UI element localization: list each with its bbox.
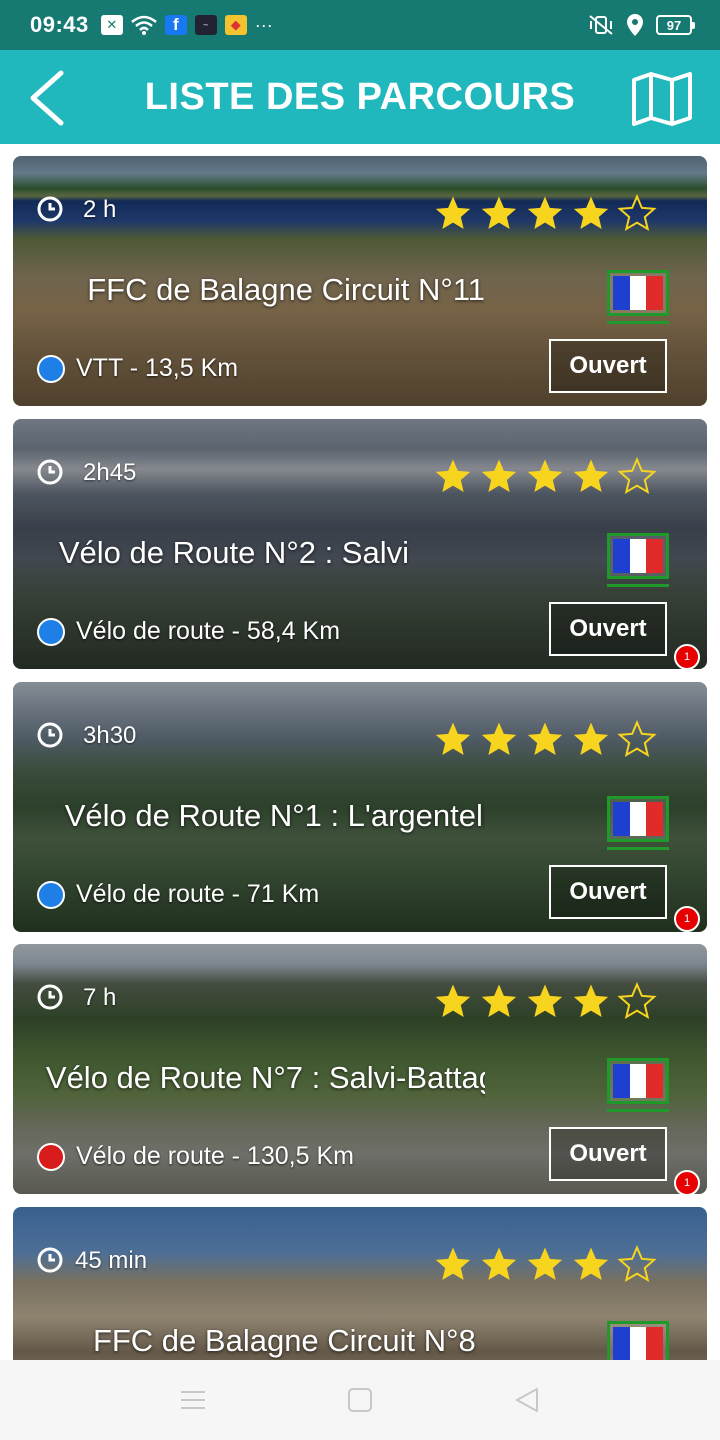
route-type-dot [37,618,65,646]
route-rating [433,457,657,497]
vibrate-off-icon [589,15,613,35]
back-triangle-icon [515,1388,538,1412]
clock-icon [37,984,63,1010]
route-card[interactable]: 3h30 Vélo de Route N°1 : L'argentella Vé… [13,682,707,932]
star-icon [435,1247,471,1280]
status-right-icons: 97 [588,13,695,37]
home-square-icon [347,1388,372,1412]
map-icon [632,72,692,126]
clock-icon [37,459,63,485]
menu-icon [181,1391,206,1409]
star-icon [435,196,471,229]
status-bar: 09:43 ✕ f ~ ◆ ··· 97 [0,0,720,50]
french-flag-icon [607,1058,669,1104]
route-duration: 45 min [75,1247,148,1274]
battery-icon: 97 [656,15,695,35]
star-icon [573,984,609,1017]
route-card[interactable]: 45 min FFC de Balagne Circuit N°8 : [13,1207,707,1360]
star-icon [481,984,517,1017]
notification-badge: 1 [674,1170,700,1196]
route-type-dot [37,1143,65,1171]
star-icon [527,459,563,492]
star-icon [527,722,563,755]
status-open-button[interactable]: Ouvert [549,339,667,393]
clock-icon [37,722,63,748]
route-duration: 7 h [83,984,117,1011]
status-open-button[interactable]: Ouvert [549,602,667,656]
app-notification-icon: ~ [194,15,217,35]
route-rating [433,194,657,234]
french-flag-icon [607,533,669,579]
star-icon [481,196,517,229]
system-nav-bar [0,1360,720,1440]
route-title: Vélo de Route N°7 : Salvi-Battaglia [45,1060,485,1095]
french-flag-icon [607,270,669,316]
wifi-icon [130,15,157,35]
route-type-dot [37,881,65,909]
route-list[interactable]: 2 h FFC de Balagne Circuit N°11 VTT - 13… [0,144,720,1360]
star-icon [481,459,517,492]
map-button[interactable] [630,70,694,128]
star-icon [435,722,471,755]
route-card[interactable]: 7 h Vélo de Route N°7 : Salvi-Battaglia … [13,944,707,1194]
french-flag-icon [607,1321,669,1360]
star-icon [481,1247,517,1280]
facebook-icon: f [164,15,187,35]
route-type-distance: VTT - 13,5 Km [76,354,239,382]
route-type-distance: Vélo de route - 130,5 Km [76,1142,354,1170]
route-card[interactable]: 2 h FFC de Balagne Circuit N°11 VTT - 13… [13,156,707,406]
status-time: 09:43 [30,12,89,37]
star-icon [527,196,563,229]
route-type-dot [37,355,65,383]
back-arrow-icon [30,70,64,126]
star-icon [573,459,609,492]
star-icon [435,984,471,1017]
location-icon [627,14,643,36]
star-icon [573,196,609,229]
page-title: LISTE DES PARCOURS [144,75,576,118]
route-title: FFC de Balagne Circuit N°11 [87,272,485,307]
status-open-button[interactable]: Ouvert [549,865,667,919]
route-rating [433,720,657,760]
recent-apps-button[interactable] [163,1370,223,1430]
clock-icon [37,196,63,222]
star-icon [435,459,471,492]
message-icon: ✕ [100,15,123,35]
system-back-button[interactable] [497,1370,557,1430]
star-outline-icon [617,1245,657,1283]
maps-notification-icon: ◆ [224,15,247,35]
route-duration: 3h30 [83,722,137,749]
star-icon [527,1247,563,1280]
star-outline-icon [617,194,657,232]
route-duration: 2 h [83,196,117,223]
star-icon [527,984,563,1017]
star-icon [481,722,517,755]
status-open-button[interactable]: Ouvert [549,1127,667,1181]
route-duration: 2h45 [83,459,137,486]
status-left-icons: ✕ f ~ ◆ ··· [100,14,273,36]
clock-icon [37,1247,63,1273]
star-icon [573,1247,609,1280]
route-rating [433,1245,657,1285]
more-notifications-icon: ··· [254,14,273,35]
star-icon [573,722,609,755]
notification-badge: 1 [674,644,700,670]
route-title: Vélo de Route N°1 : L'argentella [64,798,485,833]
notification-badge: 1 [674,906,700,932]
back-button[interactable] [22,70,72,126]
star-outline-icon [617,457,657,495]
route-rating [433,982,657,1022]
app-bar: LISTE DES PARCOURS [0,50,720,144]
route-title: Vélo de Route N°2 : Salvi [58,535,409,570]
route-title: FFC de Balagne Circuit N°8 : [92,1323,485,1358]
route-type-distance: Vélo de route - 71 Km [76,880,320,908]
french-flag-icon [607,796,669,842]
star-outline-icon [617,982,657,1020]
route-card[interactable]: 2h45 Vélo de Route N°2 : Salvi Vélo de r… [13,419,707,669]
route-type-distance: Vélo de route - 58,4 Km [76,617,341,645]
star-outline-icon [617,720,657,758]
home-button[interactable] [330,1370,390,1430]
